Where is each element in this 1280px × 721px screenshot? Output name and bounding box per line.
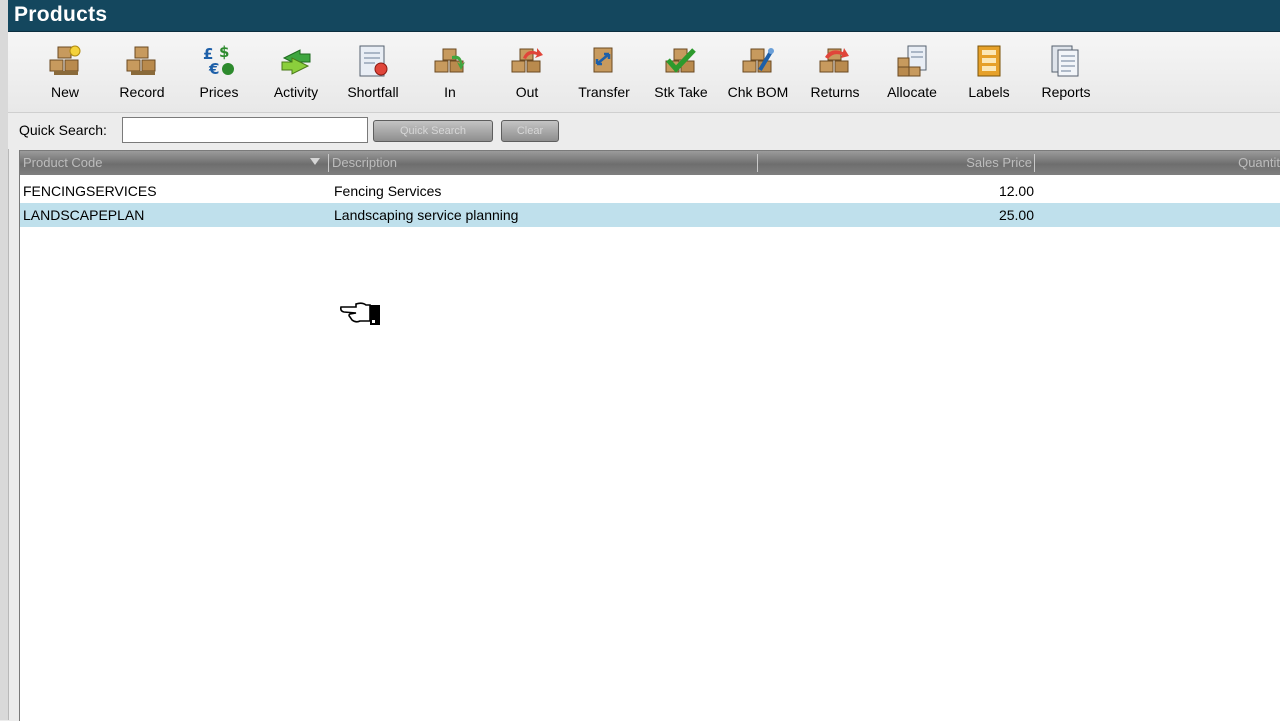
title-bar: Products — [8, 0, 1280, 32]
stk-take-label: Stk Take — [654, 84, 708, 100]
shortfall-button[interactable]: Shortfall — [336, 44, 410, 108]
table-row[interactable]: FENCINGSERVICES Fencing Services 12.00 — [20, 179, 1280, 203]
stock-take-icon — [665, 48, 696, 73]
arrows-activity-icon — [281, 49, 311, 75]
prices-label: Prices — [199, 84, 239, 100]
pointing-hand-cursor-icon — [340, 302, 380, 325]
clear-button[interactable]: Clear — [501, 120, 559, 142]
quick-search-button[interactable]: Quick Search — [373, 120, 493, 142]
column-separator[interactable] — [757, 154, 758, 172]
record-label: Record — [119, 84, 165, 100]
products-grid: Product Code Description Sales Price Qua… — [19, 150, 1280, 721]
boxes-new-icon — [49, 45, 81, 75]
shortfall-label: Shortfall — [347, 84, 399, 100]
column-header-product-code[interactable]: Product Code — [23, 151, 303, 175]
column-separator[interactable] — [1034, 154, 1035, 172]
allocate-icon — [897, 45, 927, 77]
svg-text:$: $ — [219, 44, 229, 61]
stk-take-button[interactable]: Stk Take — [644, 44, 718, 108]
allocate-label: Allocate — [887, 84, 937, 100]
description-cell: Landscaping service planning — [334, 207, 519, 223]
chk-bom-button[interactable]: Chk BOM — [721, 44, 795, 108]
column-header-sales-price[interactable]: Sales Price — [820, 151, 1032, 175]
table-row[interactable]: LANDSCAPEPLAN Landscaping service planni… — [20, 203, 1280, 227]
reports-label: Reports — [1041, 84, 1091, 100]
toolbar: New Record £ $ € Prices Activity Shortfa… — [8, 32, 1280, 113]
stock-out-icon — [511, 48, 543, 73]
sales-price-cell: 12.00 — [998, 183, 1034, 199]
activity-label: Activity — [273, 84, 319, 100]
transfer-label: Transfer — [578, 84, 630, 100]
labels-icon — [977, 45, 1001, 77]
column-separator[interactable] — [328, 154, 329, 172]
svg-text:€: € — [208, 60, 219, 78]
stock-in-icon — [434, 48, 465, 73]
quick-search-bar: Quick Search: Quick Search Clear — [8, 113, 1280, 149]
check-bom-icon — [742, 48, 774, 73]
boxes-record-icon — [126, 46, 156, 75]
reports-icon — [1051, 45, 1079, 77]
sales-price-cell: 25.00 — [998, 207, 1034, 223]
new-label: New — [50, 84, 79, 100]
labels-label: Labels — [968, 84, 1010, 100]
quick-search-input[interactable] — [122, 117, 368, 143]
activity-button[interactable]: Activity — [259, 44, 333, 108]
column-header-quantity[interactable]: Quantit — [1040, 151, 1280, 175]
description-cell: Fencing Services — [334, 183, 442, 199]
out-label: Out — [515, 84, 539, 100]
returns-button[interactable]: Returns — [798, 44, 872, 108]
currency-prices-icon: £ $ € — [203, 44, 234, 78]
record-button[interactable]: Record — [105, 44, 179, 108]
in-button[interactable]: In — [413, 44, 487, 108]
shortfall-report-icon — [359, 45, 388, 77]
product-code-cell: FENCINGSERVICES — [23, 183, 157, 199]
quick-search-label: Quick Search: — [19, 122, 107, 138]
returns-icon — [819, 48, 849, 73]
reports-button[interactable]: Reports — [1029, 44, 1103, 108]
grid-header: Product Code Description Sales Price Qua… — [20, 151, 1280, 175]
labels-button[interactable]: Labels — [952, 44, 1026, 108]
in-label: In — [444, 84, 456, 100]
chk-bom-label: Chk BOM — [727, 84, 789, 100]
window-title: Products — [14, 3, 108, 26]
transfer-icon — [593, 47, 613, 73]
product-code-cell: LANDSCAPEPLAN — [23, 207, 145, 223]
allocate-button[interactable]: Allocate — [875, 44, 949, 108]
sort-descending-icon — [310, 158, 320, 165]
column-header-description[interactable]: Description — [332, 151, 752, 175]
prices-button[interactable]: £ $ € Prices — [182, 44, 256, 108]
new-button[interactable]: New — [28, 44, 102, 108]
returns-label: Returns — [810, 84, 860, 100]
out-button[interactable]: Out — [490, 44, 564, 108]
transfer-button[interactable]: Transfer — [567, 44, 641, 108]
